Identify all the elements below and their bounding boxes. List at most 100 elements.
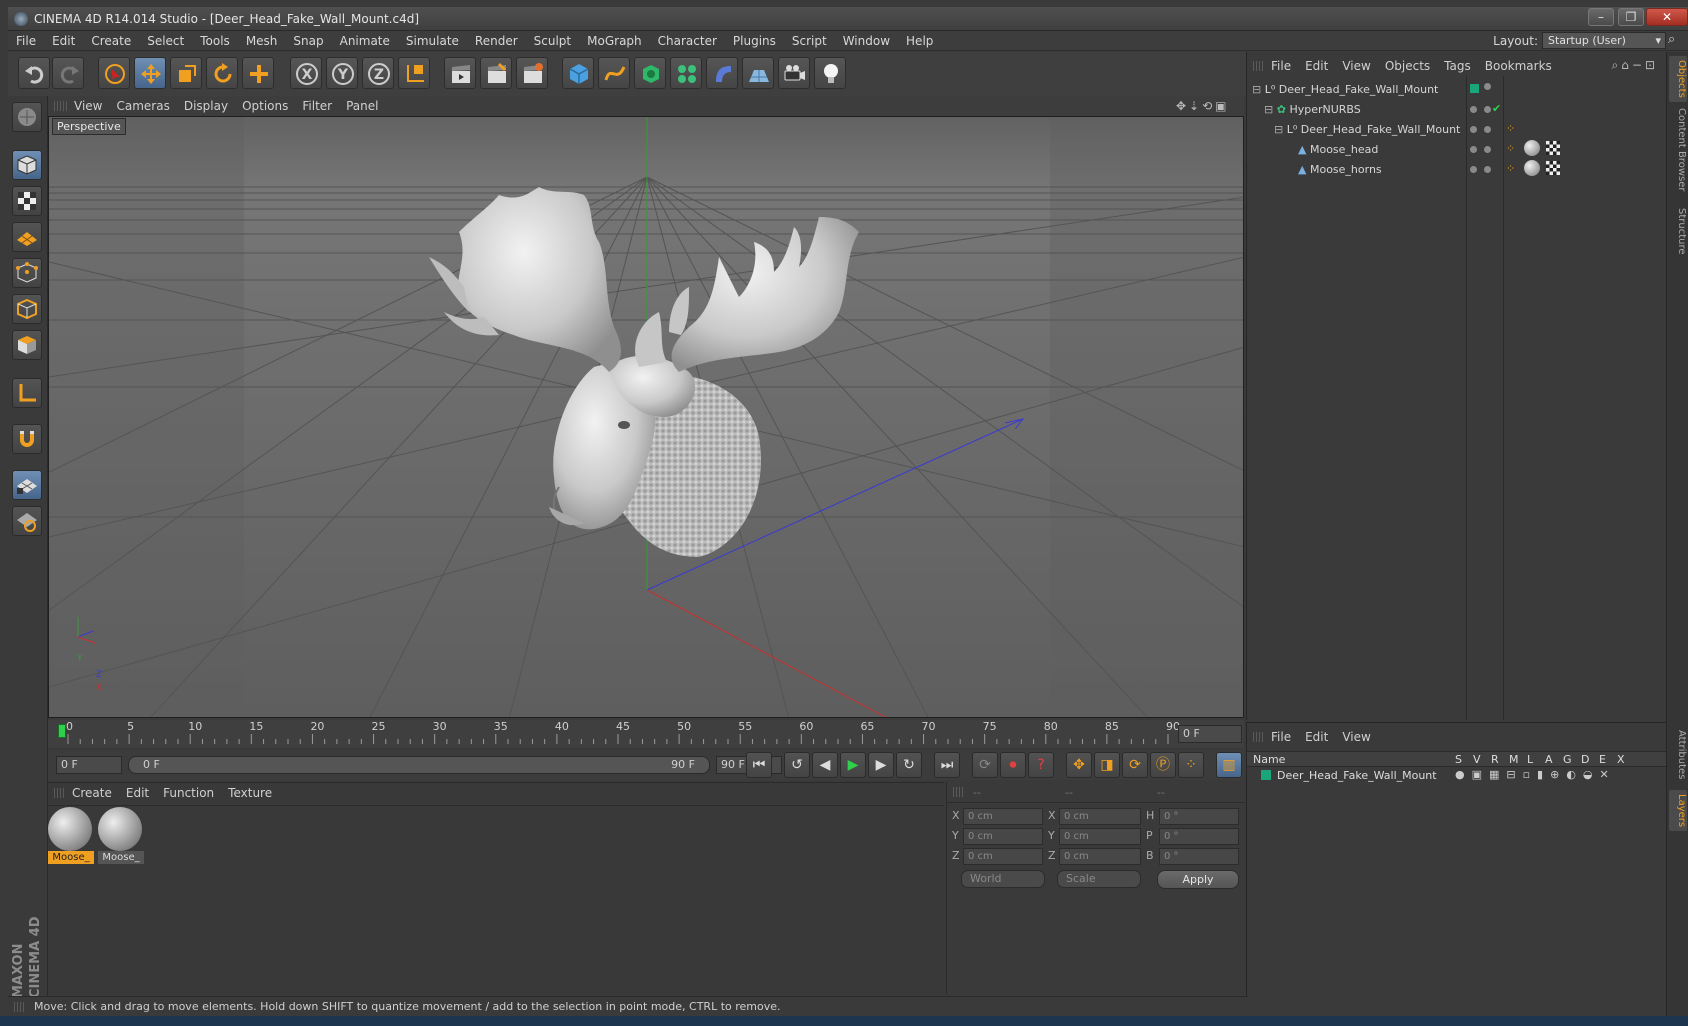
coordinate-system-button[interactable]	[398, 57, 430, 89]
menu-mesh[interactable]: Mesh	[238, 31, 286, 51]
go-to-end-button[interactable]: ⏭	[934, 752, 960, 778]
menu-mograph[interactable]: MoGraph	[579, 31, 650, 51]
previous-frame-button[interactable]: ◀	[812, 752, 838, 778]
layer-color-swatch[interactable]	[1261, 770, 1271, 780]
object-row[interactable]: ⊟ ✿ HyperNURBS	[1264, 100, 1361, 120]
size-y-field[interactable]: 0 cm	[1059, 828, 1141, 845]
editor-visibility-dot[interactable]	[1470, 126, 1477, 133]
render-visibility-dot[interactable]	[1484, 146, 1491, 153]
next-key-button[interactable]: ↻	[896, 752, 922, 778]
panel-grip[interactable]	[1253, 732, 1263, 742]
rotation-h-field[interactable]: 0 °	[1159, 808, 1239, 825]
viewport-menu-panel[interactable]: Panel	[339, 96, 385, 116]
model-mode-button[interactable]	[12, 150, 42, 180]
object-row[interactable]: ⊟ L⁰ Deer_Head_Fake_Wall_Mount	[1274, 120, 1460, 140]
tab-content-browser[interactable]: Content Browser	[1669, 104, 1687, 195]
size-x-field[interactable]: 0 cm	[1059, 808, 1141, 825]
key-position-button[interactable]: ✥	[1066, 752, 1092, 778]
key-scale-button[interactable]: ◨	[1094, 752, 1120, 778]
panel-grip[interactable]	[54, 788, 64, 798]
axis-mode-button[interactable]	[12, 378, 42, 408]
undo-button[interactable]	[18, 57, 50, 89]
layer-column-r[interactable]: R	[1491, 753, 1499, 766]
layer-column-d[interactable]: D	[1581, 753, 1589, 766]
object-row[interactable]: ⊟ L⁰ Deer_Head_Fake_Wall_Mount	[1252, 80, 1438, 100]
panel-grip[interactable]	[953, 787, 963, 797]
panel-grip[interactable]	[54, 101, 68, 111]
polygons-mode-button[interactable]	[12, 330, 42, 360]
z-axis-lock-button[interactable]: Z	[362, 57, 394, 89]
keyframe-selection-button[interactable]: ?	[1028, 752, 1054, 778]
layer-column-g[interactable]: G	[1563, 753, 1572, 766]
restore-button[interactable]: ❐	[1618, 8, 1644, 26]
object-row[interactable]: ▲ Moose_head	[1298, 140, 1378, 160]
viewport-menu-options[interactable]: Options	[235, 96, 295, 116]
object-menu-view[interactable]: View	[1335, 56, 1377, 76]
editor-visibility-dot[interactable]	[1470, 106, 1477, 113]
viewport-menu-display[interactable]: Display	[177, 96, 235, 116]
layer-menu-edit[interactable]: Edit	[1298, 727, 1335, 747]
render-visibility-dot[interactable]	[1484, 166, 1491, 173]
add-cube-button[interactable]	[562, 57, 594, 89]
menu-simulate[interactable]: Simulate	[398, 31, 467, 51]
layer-color-swatch[interactable]	[1470, 84, 1479, 93]
layer-column-m[interactable]: M	[1509, 753, 1519, 766]
material-menu-texture[interactable]: Texture	[221, 783, 279, 803]
phong-tag-icon[interactable]: ⁘	[1506, 122, 1515, 135]
layer-column-x[interactable]: X	[1617, 753, 1625, 766]
object-menu-objects[interactable]: Objects	[1378, 56, 1437, 76]
menu-snap[interactable]: Snap	[285, 31, 331, 51]
record-keys-button[interactable]: ⟳	[972, 752, 998, 778]
tab-layers[interactable]: Layers	[1669, 790, 1687, 832]
menu-plugins[interactable]: Plugins	[725, 31, 784, 51]
render-visibility-dot[interactable]	[1484, 106, 1491, 113]
panel-grip[interactable]	[14, 1002, 24, 1012]
layer-row[interactable]: Deer_Head_Fake_Wall_Mount ●▣▦⊟▫▮⊕◐◒✕	[1247, 767, 1667, 785]
live-selection-button[interactable]	[98, 57, 130, 89]
key-rotation-button[interactable]: ⟳	[1122, 752, 1148, 778]
material-menu-edit[interactable]: Edit	[119, 783, 156, 803]
render-picture-viewer-button[interactable]	[480, 57, 512, 89]
planar-workplane-button[interactable]	[12, 506, 42, 536]
menu-sculpt[interactable]: Sculpt	[526, 31, 579, 51]
timeline-ruler[interactable]: 0 5 10 15 20 25 30 35 40 45 50 55 60 65 70 75 80 85 90 0 F	[48, 720, 1244, 748]
add-light-button[interactable]	[814, 57, 846, 89]
layer-column-a[interactable]: A	[1545, 753, 1553, 766]
render-visibility-dot[interactable]	[1484, 126, 1491, 133]
render-settings-button[interactable]	[516, 57, 548, 89]
add-environment-button[interactable]	[742, 57, 774, 89]
material-tag-icon[interactable]	[1524, 160, 1540, 176]
phong-tag-icon[interactable]: ⁘	[1506, 142, 1515, 155]
viewport-nav-icons[interactable]: ✥⇣⟲▣	[1176, 99, 1230, 113]
layer-column-l[interactable]: L	[1527, 753, 1533, 766]
menu-tools[interactable]: Tools	[192, 31, 238, 51]
next-frame-button[interactable]: ▶	[868, 752, 894, 778]
menu-create[interactable]: Create	[83, 31, 139, 51]
enabled-check-icon[interactable]: ✔	[1492, 102, 1501, 115]
preview-range-slider[interactable]: 0 F 90 F	[128, 756, 710, 774]
menu-script[interactable]: Script	[784, 31, 835, 51]
autokeying-button[interactable]: ⏺	[1000, 752, 1026, 778]
search-icon[interactable]: ⌕	[1668, 32, 1675, 47]
viewport-camera-label[interactable]: Perspective	[52, 118, 126, 135]
snap-button[interactable]	[12, 424, 42, 454]
object-menu-edit[interactable]: Edit	[1298, 56, 1335, 76]
rotation-p-field[interactable]: 0 °	[1159, 828, 1239, 845]
viewport-menu-cameras[interactable]: Cameras	[109, 96, 176, 116]
material-swatch[interactable]: Moose_	[48, 807, 94, 864]
key-point-level-button[interactable]: ⁘	[1178, 752, 1204, 778]
menu-file[interactable]: File	[8, 31, 44, 51]
object-menu-bookmarks[interactable]: Bookmarks	[1478, 56, 1559, 76]
rotation-b-field[interactable]: 0 °	[1159, 848, 1239, 865]
menu-help[interactable]: Help	[898, 31, 941, 51]
uvw-tag-icon[interactable]	[1546, 161, 1560, 175]
start-frame-field[interactable]: 0 F	[56, 756, 122, 774]
add-spline-button[interactable]	[598, 57, 630, 89]
perspective-viewport[interactable]	[48, 116, 1244, 718]
editor-visibility-dot[interactable]	[1470, 166, 1477, 173]
phong-tag-icon[interactable]: ⁘	[1506, 162, 1515, 175]
coordinate-mode-dropdown[interactable]: World	[961, 870, 1045, 888]
scale-tool-button[interactable]	[170, 57, 202, 89]
menu-window[interactable]: Window	[835, 31, 898, 51]
layer-column-e[interactable]: E	[1599, 753, 1606, 766]
